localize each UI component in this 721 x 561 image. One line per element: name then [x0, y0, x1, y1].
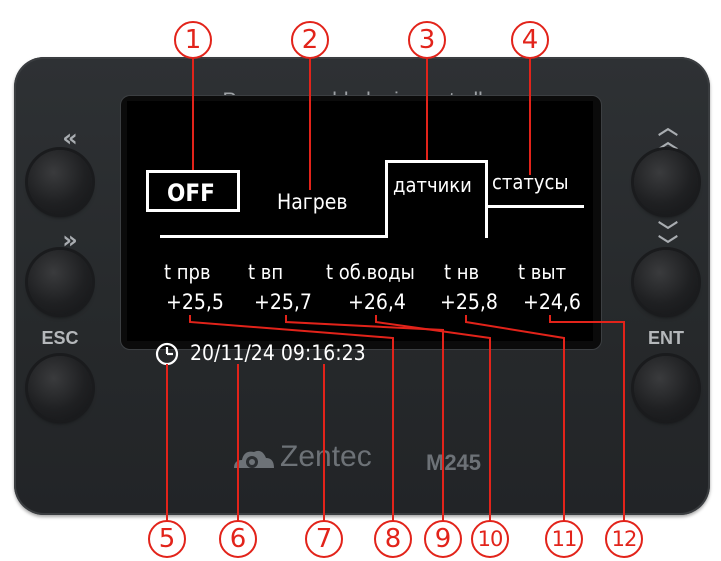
callout-3: 3 — [408, 21, 446, 59]
callout-4: 4 — [511, 21, 549, 59]
callout-lines — [166, 59, 625, 522]
callout-7: 7 — [305, 520, 343, 558]
callout-1: 1 — [174, 21, 212, 59]
callout-9: 9 — [424, 520, 462, 558]
callout-6: 6 — [219, 520, 257, 558]
callout-10: 10 — [471, 520, 509, 558]
callout-5: 5 — [148, 520, 186, 558]
callout-12: 12 — [605, 520, 643, 558]
callout-2: 2 — [291, 21, 329, 59]
callout-8: 8 — [374, 520, 412, 558]
callout-11: 11 — [545, 520, 583, 558]
